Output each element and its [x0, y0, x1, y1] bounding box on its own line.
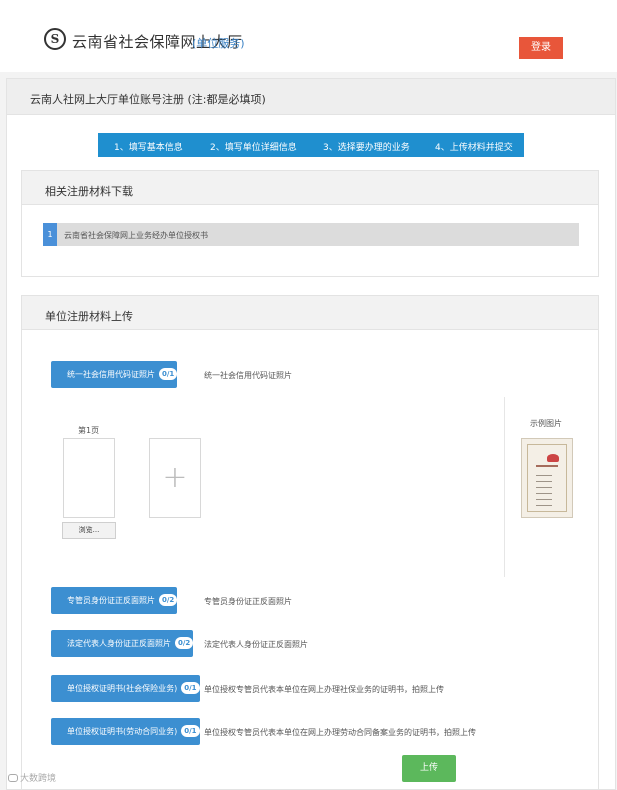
- step-1: 1、填写基本信息: [114, 143, 183, 153]
- upload-legal-rep-id-button[interactable]: 法定代表人身份证正反面照片 0/2: [51, 630, 194, 657]
- panel-header: 云南人社网上大厅单位账号注册 (注:都是必填项): [7, 79, 615, 115]
- add-image-button[interactable]: +: [149, 438, 201, 518]
- download-item-link[interactable]: 云南省社会保障网上业务经办单位授权书: [64, 230, 208, 241]
- login-button[interactable]: 登录: [519, 37, 563, 59]
- upload-submit-button[interactable]: 上传: [402, 755, 456, 782]
- license-heading-mark: [536, 465, 558, 467]
- upload-description: 专管员身份证正反面照片: [204, 597, 292, 606]
- upload-description: 单位授权专管员代表本单位在网上办理社保业务的证明书，拍照上传: [204, 685, 444, 694]
- step-2: 2、填写单位详细信息: [210, 143, 297, 153]
- site-logo-icon: S: [44, 28, 66, 50]
- license-text-line: [536, 475, 552, 476]
- upload-credit-code-button[interactable]: 统一社会信用代码证照片 0/1: [51, 361, 178, 388]
- license-text-line: [536, 487, 552, 488]
- upload-description: 统一社会信用代码证照片: [204, 371, 292, 380]
- emblem-icon: [547, 454, 559, 462]
- watermark-icon: [8, 774, 18, 782]
- download-item-index: 1: [43, 223, 57, 246]
- watermark-text: 大数跨境: [20, 774, 57, 784]
- browse-button[interactable]: 浏览...: [62, 522, 116, 539]
- step-progress-bar: 1、填写基本信息 2、填写单位详细信息 3、选择要办理的业务 4、上传材料并提交: [98, 133, 524, 157]
- upload-description: 法定代表人身份证正反面照片: [204, 640, 308, 649]
- watermark: 大数跨境: [8, 771, 56, 784]
- license-text-line: [536, 493, 552, 494]
- upload-button-label: 单位授权证明书(劳动合同业务): [67, 727, 178, 736]
- download-section-title: 相关注册材料下载: [45, 185, 133, 198]
- header: S 云南省社会保障网上大厅 (单位服务) 登录: [0, 0, 617, 72]
- license-text-line: [536, 505, 552, 506]
- upload-count-badge: 0/2: [159, 594, 178, 606]
- step-3: 3、选择要办理的业务: [323, 143, 410, 153]
- upload-labor-contract-auth-button[interactable]: 单位授权证明书(劳动合同业务) 0/1: [51, 718, 200, 745]
- upload-description: 单位授权专管员代表本单位在网上办理劳动合同备案业务的证明书，拍照上传: [204, 728, 476, 737]
- upload-count-badge: 0/2: [175, 637, 194, 649]
- upload-social-insurance-auth-button[interactable]: 单位授权证明书(社会保险业务) 0/1: [51, 675, 200, 702]
- upload-manager-id-button[interactable]: 专管员身份证正反面照片 0/2: [51, 587, 178, 614]
- upload-section-title: 单位注册材料上传: [45, 310, 133, 323]
- example-label: 示例图片: [530, 419, 562, 428]
- plus-icon: +: [162, 460, 188, 495]
- upload-button-label: 专管员身份证正反面照片: [67, 596, 155, 605]
- example-license-image[interactable]: [521, 438, 573, 518]
- license-frame: [527, 444, 567, 512]
- upload-thumbnail[interactable]: [63, 438, 115, 518]
- upload-button-label: 法定代表人身份证正反面照片: [67, 639, 171, 648]
- upload-button-label: 单位授权证明书(社会保险业务): [67, 684, 178, 693]
- site-subtitle: (单位服务): [192, 37, 245, 50]
- license-text-line: [536, 499, 552, 500]
- upload-section-header: 单位注册材料上传: [22, 296, 598, 330]
- download-item[interactable]: 1 云南省社会保障网上业务经办单位授权书: [43, 223, 579, 246]
- step-4: 4、上传材料并提交: [435, 143, 513, 153]
- upload-count-badge: 0/1: [159, 368, 178, 380]
- divider: [504, 397, 505, 577]
- upload-count-badge: 0/1: [181, 682, 200, 694]
- panel-title: 云南人社网上大厅单位账号注册 (注:都是必填项): [30, 93, 266, 106]
- license-text-line: [536, 481, 552, 482]
- page-label: 第1页: [78, 426, 100, 435]
- upload-count-badge: 0/1: [181, 725, 200, 737]
- download-section-header: 相关注册材料下载: [22, 171, 598, 205]
- upload-button-label: 统一社会信用代码证照片: [67, 370, 155, 379]
